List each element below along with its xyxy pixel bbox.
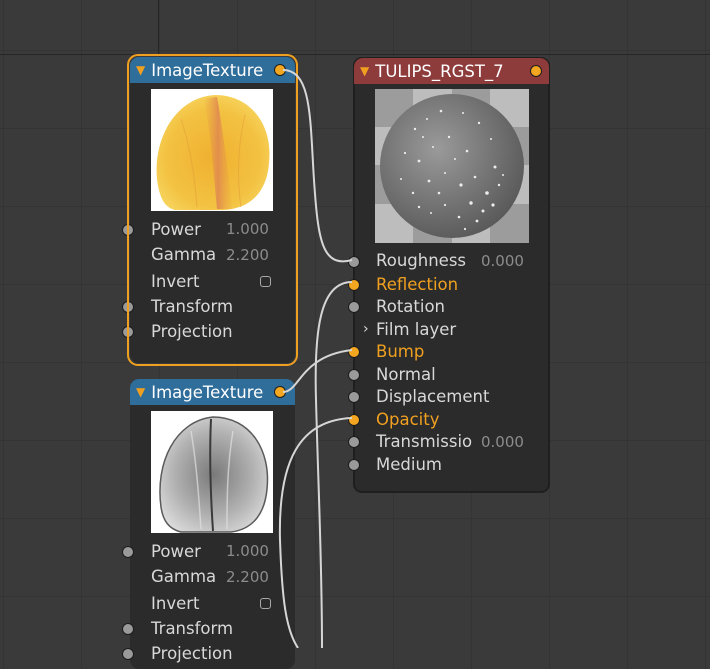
rotation-socket[interactable] <box>348 301 360 313</box>
roughness-socket[interactable] <box>348 256 360 268</box>
opacity-label: Opacity <box>376 410 440 429</box>
opacity-socket[interactable] <box>348 414 360 426</box>
invert-label: Invert <box>151 272 200 291</box>
node-title: ImageTexture <box>151 60 264 80</box>
projection-label: Projection <box>151 644 233 663</box>
transform-label: Transform <box>151 619 234 638</box>
invert-checkbox[interactable] <box>260 598 271 609</box>
rotation-label: Rotation <box>376 297 446 316</box>
transform-socket[interactable] <box>122 623 134 635</box>
transform-socket[interactable] <box>122 301 134 313</box>
triangle-down-icon[interactable]: ▼ <box>136 385 145 399</box>
gamma-value[interactable]: 2.200 <box>226 565 269 589</box>
roughness-label: Roughness <box>376 251 467 270</box>
transmission-value[interactable]: 0.000 <box>481 430 524 454</box>
image-texture-node-2[interactable]: ▼ ImageTexture Power 1.000 Gamma 2.200 I… <box>122 379 295 669</box>
node-title: ImageTexture <box>151 382 264 402</box>
medium-label: Medium <box>376 455 442 474</box>
power-socket[interactable] <box>122 224 134 236</box>
transform-label: Transform <box>151 297 234 316</box>
invert-label: Invert <box>151 594 200 613</box>
output-socket[interactable] <box>274 386 286 398</box>
triangle-down-icon[interactable]: ▼ <box>136 63 145 77</box>
material-node[interactable]: ▼ TULIPS_RGST_7 Roughness 0.000 Reflecti… <box>348 57 550 493</box>
projection-label: Projection <box>151 322 233 341</box>
bump-texture-thumbnail <box>151 411 273 533</box>
invert-checkbox[interactable] <box>260 276 271 287</box>
transmission-socket[interactable] <box>348 436 360 448</box>
node-title: TULIPS_RGST_7 <box>375 61 504 81</box>
power-label: Power <box>151 542 201 561</box>
projection-socket[interactable] <box>122 326 134 338</box>
image-texture-node-1-header[interactable]: ▼ ImageTexture <box>130 57 295 83</box>
output-socket[interactable] <box>530 65 542 77</box>
image-texture-node-1[interactable]: ▼ ImageTexture Power 1.000 Gamma 2.200 I… <box>122 57 295 363</box>
canvas-guide-horizontal <box>0 54 710 55</box>
reflection-socket[interactable] <box>348 279 360 291</box>
petal-texture-thumbnail <box>151 89 273 211</box>
material-preview-thumbnail <box>375 89 529 243</box>
medium-socket[interactable] <box>348 459 360 471</box>
film-layer-label[interactable]: Film layer <box>376 318 456 342</box>
roughness-value[interactable]: 0.000 <box>481 249 524 273</box>
power-label: Power <box>151 220 201 239</box>
reflection-label: Reflection <box>376 275 459 294</box>
triangle-down-icon[interactable]: ▼ <box>360 64 369 78</box>
transmission-label: Transmissio <box>376 432 473 451</box>
normal-socket[interactable] <box>348 369 360 381</box>
chevron-right-icon[interactable]: › <box>363 317 369 341</box>
power-value[interactable]: 1.000 <box>226 217 269 241</box>
canvas-guide-vertical <box>158 0 159 54</box>
gamma-label: Gamma <box>151 567 217 586</box>
output-socket[interactable] <box>274 64 286 76</box>
displacement-socket[interactable] <box>348 391 360 403</box>
wire-to-reflection[interactable] <box>314 281 353 648</box>
image-texture-node-2-header[interactable]: ▼ ImageTexture <box>130 379 295 405</box>
bump-label: Bump <box>376 342 425 361</box>
material-node-header[interactable]: ▼ TULIPS_RGST_7 <box>354 58 549 84</box>
power-socket[interactable] <box>122 546 134 558</box>
bump-socket[interactable] <box>348 346 360 358</box>
power-value[interactable]: 1.000 <box>226 539 269 563</box>
gamma-label: Gamma <box>151 245 217 264</box>
gamma-value[interactable]: 2.200 <box>226 243 269 267</box>
normal-label: Normal <box>376 365 436 384</box>
projection-socket[interactable] <box>122 648 134 660</box>
displacement-label: Displacement <box>376 387 490 406</box>
